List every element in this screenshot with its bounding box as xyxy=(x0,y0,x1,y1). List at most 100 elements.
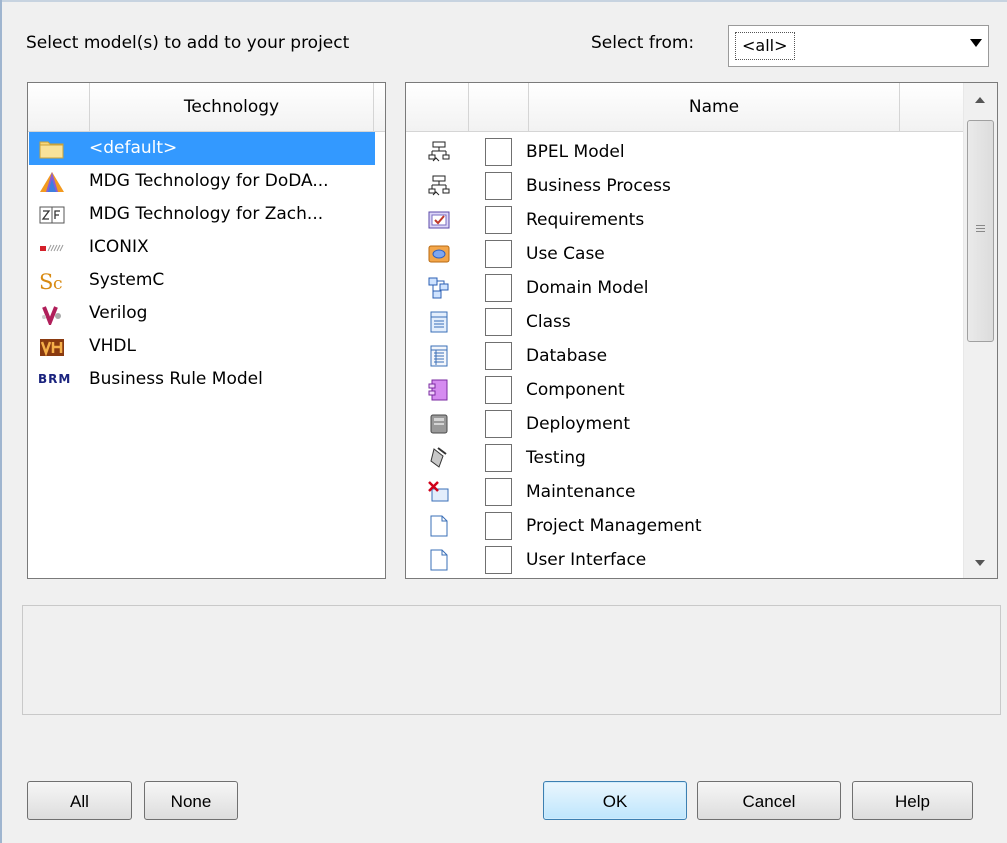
model-item-domain-model[interactable]: Domain Model xyxy=(406,271,959,305)
requirements-icon xyxy=(428,211,450,229)
model-icon-column-header[interactable] xyxy=(406,83,469,131)
model-item-use-case[interactable]: Use Case xyxy=(406,237,959,271)
model-item-label: User Interface xyxy=(526,550,647,570)
model-item-label: Use Case xyxy=(526,244,605,264)
chevron-down-icon[interactable] xyxy=(970,39,982,47)
technology-item-label: MDG Technology for DoDA... xyxy=(89,171,329,191)
model-checkbox[interactable] xyxy=(485,206,512,234)
window-left-edge xyxy=(0,0,2,843)
component-icon xyxy=(428,379,448,401)
technology-icon-column-header[interactable] xyxy=(28,83,90,131)
technology-item-zachman[interactable]: MDG Technology for Zach... xyxy=(29,198,375,231)
select-from-value: <all> xyxy=(735,32,795,60)
model-item-label: BPEL Model xyxy=(526,142,625,162)
model-item-testing[interactable]: Testing xyxy=(406,441,959,475)
svg-text:c: c xyxy=(53,274,63,292)
iconix-icon xyxy=(40,244,64,252)
technology-list[interactable]: Technology <default> MDG Technology for … xyxy=(27,82,386,579)
model-list-header: Name xyxy=(406,83,963,132)
folder-icon xyxy=(39,141,64,159)
technology-item-label: <default> xyxy=(89,138,178,158)
maintenance-icon xyxy=(428,481,449,502)
model-item-label: Domain Model xyxy=(526,278,649,298)
zf-icon xyxy=(39,206,65,224)
technology-item-systemc[interactable]: S c SystemC xyxy=(29,264,375,297)
systemc-icon: S c xyxy=(39,270,63,292)
model-checkbox[interactable] xyxy=(485,478,512,506)
technology-column-header[interactable]: Technology xyxy=(90,83,374,131)
model-item-database[interactable]: Database xyxy=(406,339,959,373)
all-button[interactable]: All xyxy=(27,781,132,820)
model-item-user-interface[interactable]: User Interface xyxy=(406,543,959,577)
model-checkbox[interactable] xyxy=(485,512,512,540)
scroll-up-arrow-icon[interactable] xyxy=(975,97,985,103)
model-checkbox[interactable] xyxy=(485,376,512,404)
model-item-label: Business Process xyxy=(526,176,671,196)
document-icon xyxy=(430,549,448,571)
model-checkbox[interactable] xyxy=(485,546,512,574)
model-item-label: Deployment xyxy=(526,414,630,434)
ok-button[interactable]: OK xyxy=(543,781,687,820)
model-item-requirements[interactable]: Requirements xyxy=(406,203,959,237)
model-list-scrollbar[interactable] xyxy=(963,83,997,578)
dodaf-triangle-icon xyxy=(40,172,64,192)
model-item-deployment[interactable]: Deployment xyxy=(406,407,959,441)
window-top-edge xyxy=(0,0,1007,2)
bpel-icon xyxy=(428,141,450,162)
select-from-dropdown[interactable]: <all> xyxy=(728,25,989,67)
scrollbar-thumb[interactable] xyxy=(967,120,994,342)
model-item-bpel-model[interactable]: BPEL Model xyxy=(406,135,959,169)
class-icon xyxy=(430,311,448,333)
model-checkbox[interactable] xyxy=(485,240,512,268)
technology-list-header: Technology xyxy=(28,83,385,132)
model-item-business-process[interactable]: Business Process xyxy=(406,169,959,203)
model-checkbox[interactable] xyxy=(485,308,512,336)
technology-item-label: SystemC xyxy=(89,270,165,290)
technology-item-label: Verilog xyxy=(89,303,148,323)
model-check-column-header[interactable] xyxy=(469,83,529,131)
model-item-label: Class xyxy=(526,312,571,332)
model-item-label: Requirements xyxy=(526,210,645,230)
name-column-header[interactable]: Name xyxy=(529,83,900,131)
domain-model-icon xyxy=(428,277,449,299)
model-item-component[interactable]: Component xyxy=(406,373,959,407)
database-icon xyxy=(430,345,448,367)
cancel-button[interactable]: Cancel xyxy=(697,781,841,820)
model-item-label: Project Management xyxy=(526,516,702,536)
model-checkbox[interactable] xyxy=(485,274,512,302)
model-item-label: Component xyxy=(526,380,625,400)
model-item-label: Maintenance xyxy=(526,482,636,502)
brm-icon: BRM xyxy=(38,372,72,386)
model-item-label: Testing xyxy=(526,448,586,468)
technology-item-vhdl[interactable]: VHDL xyxy=(29,330,375,363)
technology-item-business-rule-model[interactable]: BRM Business Rule Model xyxy=(29,363,375,396)
model-item-maintenance[interactable]: Maintenance xyxy=(406,475,959,509)
testing-icon xyxy=(430,447,447,468)
help-button[interactable]: Help xyxy=(852,781,973,820)
document-icon xyxy=(430,515,448,537)
scroll-down-arrow-icon[interactable] xyxy=(975,560,985,566)
none-button[interactable]: None xyxy=(144,781,238,820)
technology-item-iconix[interactable]: ICONIX xyxy=(29,231,375,264)
model-item-class[interactable]: Class xyxy=(406,305,959,339)
technology-item-verilog[interactable]: Verilog xyxy=(29,297,375,330)
use-case-icon xyxy=(428,245,450,263)
model-checkbox[interactable] xyxy=(485,410,512,438)
verilog-icon xyxy=(42,306,61,325)
model-item-project-management[interactable]: Project Management xyxy=(406,509,959,543)
svg-text:S: S xyxy=(39,270,53,292)
dialog-prompt: Select model(s) to add to your project xyxy=(26,33,350,53)
model-list[interactable]: Name BPEL Model Business Process Require… xyxy=(405,82,998,579)
technology-item-label: Business Rule Model xyxy=(89,369,263,389)
model-checkbox[interactable] xyxy=(485,138,512,166)
technology-item-dodaf[interactable]: MDG Technology for DoDA... xyxy=(29,165,375,198)
grip-icon xyxy=(976,225,985,226)
model-checkbox[interactable] xyxy=(485,342,512,370)
technology-item-label: VHDL xyxy=(89,336,136,356)
model-checkbox[interactable] xyxy=(485,444,512,472)
technology-item-label: MDG Technology for Zach... xyxy=(89,204,324,224)
technology-item-label: ICONIX xyxy=(89,237,149,257)
technology-item-default[interactable]: <default> xyxy=(29,132,375,165)
model-checkbox[interactable] xyxy=(485,172,512,200)
business-process-icon xyxy=(428,175,450,196)
